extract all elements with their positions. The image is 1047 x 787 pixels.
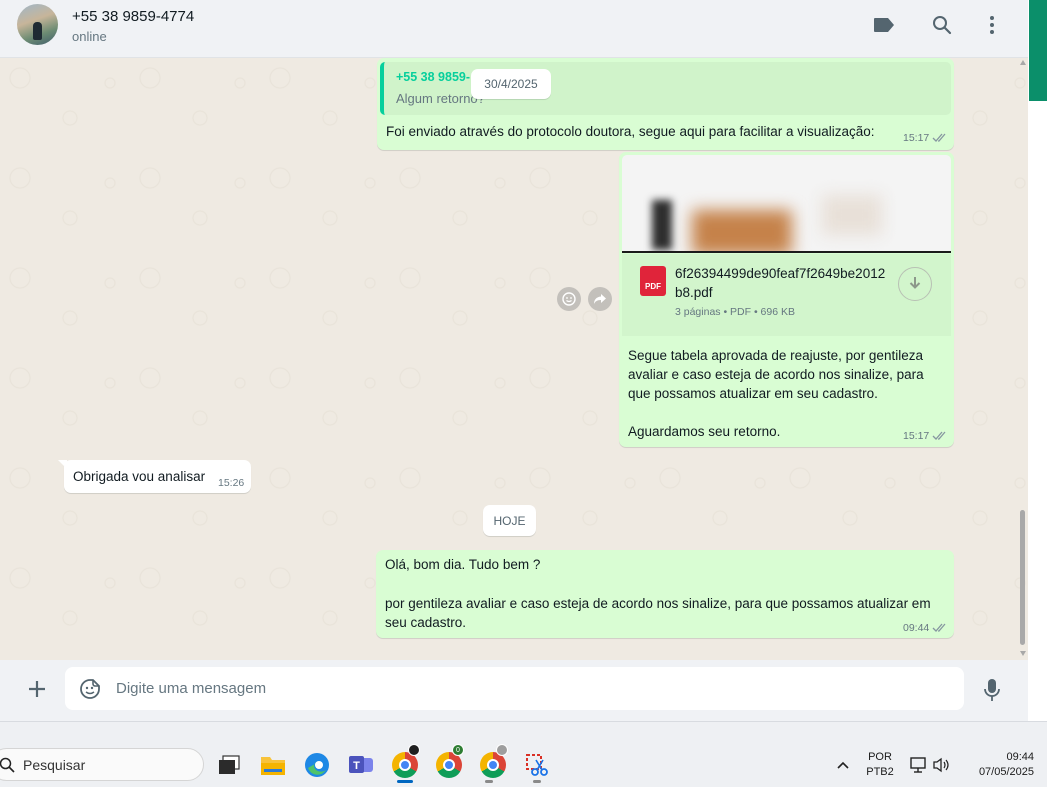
document-caption: Segue tabela aprovada de reajuste, por g… <box>628 348 924 401</box>
message-time: 15:17 <box>903 132 930 144</box>
message-composer: Digite uma mensagem <box>0 660 1028 721</box>
contact-status: online <box>72 29 107 44</box>
message-time: 15:26 <box>218 477 245 489</box>
active-app-indicator <box>397 780 413 783</box>
message-incoming[interactable]: Obrigada vou analisar 15:26 <box>64 460 251 493</box>
message-greeting: Olá, bom dia. Tudo bem ? <box>385 557 541 572</box>
microphone-icon <box>984 679 1000 701</box>
chat-area[interactable]: +55 38 9859- Algum retorno? Foi enviado … <box>0 58 1028 660</box>
contact-avatar[interactable] <box>17 4 58 45</box>
today-chip: HOJE <box>483 505 536 536</box>
contact-name[interactable]: +55 38 9859-4774 <box>72 8 194 25</box>
scroll-up-arrow-icon[interactable] <box>1020 60 1026 65</box>
language-label: POR <box>868 751 892 763</box>
document-card[interactable]: PDF 6f26394499de90feaf7f2649be2012b8.pdf… <box>622 254 951 336</box>
message-document[interactable]: PDF 6f26394499de90feaf7f2649be2012b8.pdf… <box>619 152 954 447</box>
edge-icon <box>305 753 329 777</box>
download-button[interactable] <box>898 267 932 301</box>
forward-icon <box>594 294 606 304</box>
forward-button[interactable] <box>588 287 612 311</box>
read-ticks-icon <box>932 431 946 440</box>
plus-icon <box>29 681 45 697</box>
tray-overflow-button[interactable] <box>828 750 858 780</box>
teams-button[interactable]: T <box>346 750 376 780</box>
message-text: Foi enviado através do protocolo doutora… <box>386 124 875 139</box>
volume-icon <box>933 757 949 773</box>
edge-button[interactable] <box>302 750 332 780</box>
document-filename: 6f26394499de90feaf7f2649be2012b8.pdf <box>675 266 886 300</box>
task-view-icon <box>219 755 240 774</box>
chrome-button-1[interactable] <box>390 744 420 780</box>
message-meta: 09:44 <box>903 622 948 634</box>
chat-header[interactable]: +55 38 9859-4774 online <box>0 0 1028 58</box>
message-outgoing[interactable]: +55 38 9859- Algum retorno? Foi enviado … <box>377 58 954 150</box>
message-text: por gentileza avaliar e caso esteja de a… <box>385 596 931 630</box>
document-info: 3 páginas • PDF • 696 KB <box>675 306 796 318</box>
document-preview[interactable] <box>622 155 951 253</box>
snipping-tool-icon <box>526 754 548 776</box>
message-meta: 15:17 <box>903 132 948 144</box>
chrome-button-2[interactable]: 0 <box>434 744 464 780</box>
taskbar-search[interactable]: Pesquisar <box>0 748 204 781</box>
keyboard-layout-label: PTB2 <box>866 766 894 778</box>
attach-button[interactable] <box>24 676 50 702</box>
message-outgoing-last[interactable]: Olá, bom dia. Tudo bem ? por gentileza a… <box>376 550 954 638</box>
message-time: 09:44 <box>903 622 930 634</box>
menu-icon[interactable] <box>979 12 1005 38</box>
message-input-placeholder: Digite uma mensagem <box>116 680 267 697</box>
label-icon[interactable] <box>871 12 897 38</box>
sticker-icon[interactable] <box>78 677 102 701</box>
task-view-button[interactable] <box>214 750 244 780</box>
notification-badge: 0 <box>452 744 464 756</box>
emoji-icon <box>562 292 576 306</box>
date-chip: 30/4/2025 <box>471 69 551 99</box>
quoted-message[interactable]: +55 38 9859- Algum retorno? <box>380 62 951 115</box>
file-explorer-button[interactable] <box>258 750 288 780</box>
snipping-tool-button[interactable] <box>522 750 552 780</box>
window-edge <box>1029 101 1047 721</box>
scroll-down-arrow-icon[interactable] <box>1020 651 1026 656</box>
document-caption-closing: Aguardamos seu retorno. <box>628 424 781 439</box>
message-text: Obrigada vou analisar <box>73 469 206 484</box>
chevron-up-icon <box>837 761 849 769</box>
search-icon[interactable] <box>929 12 955 38</box>
window-edge-accent <box>1029 0 1047 101</box>
whatsapp-window: +55 38 9859-4774 online +55 38 9859- Alg… <box>0 0 1047 787</box>
scrollbar-thumb[interactable] <box>1020 510 1025 645</box>
windows-taskbar: Pesquisar T 0 POR PTB2 09:44 07/05/2025 <box>0 721 1047 787</box>
open-app-indicator <box>533 780 541 783</box>
react-button[interactable] <box>557 287 581 311</box>
folder-icon <box>261 757 285 775</box>
quoted-sender: +55 38 9859- <box>396 70 471 84</box>
clock-date: 07/05/2025 <box>978 766 1034 778</box>
teams-icon: T <box>349 756 373 773</box>
message-input[interactable]: Digite uma mensagem <box>65 667 964 710</box>
clock-time: 09:44 <box>1006 751 1034 763</box>
search-icon <box>0 757 15 773</box>
read-ticks-icon <box>932 133 946 142</box>
message-meta: 15:17 <box>903 430 948 442</box>
read-ticks-icon <box>932 623 946 632</box>
voice-message-button[interactable] <box>980 676 1004 704</box>
download-icon <box>909 277 921 289</box>
message-time: 15:17 <box>903 430 930 442</box>
open-app-indicator <box>485 780 493 783</box>
notification-badge <box>496 744 508 756</box>
notification-badge <box>408 744 420 756</box>
taskbar-search-label: Pesquisar <box>23 757 86 773</box>
chrome-button-3[interactable] <box>478 744 508 780</box>
svg-text:T: T <box>353 760 360 772</box>
clock[interactable]: 09:44 07/05/2025 <box>962 750 1034 780</box>
pdf-file-icon: PDF <box>640 266 666 296</box>
volume-button[interactable] <box>926 750 956 780</box>
input-language[interactable]: POR PTB2 <box>860 750 900 780</box>
